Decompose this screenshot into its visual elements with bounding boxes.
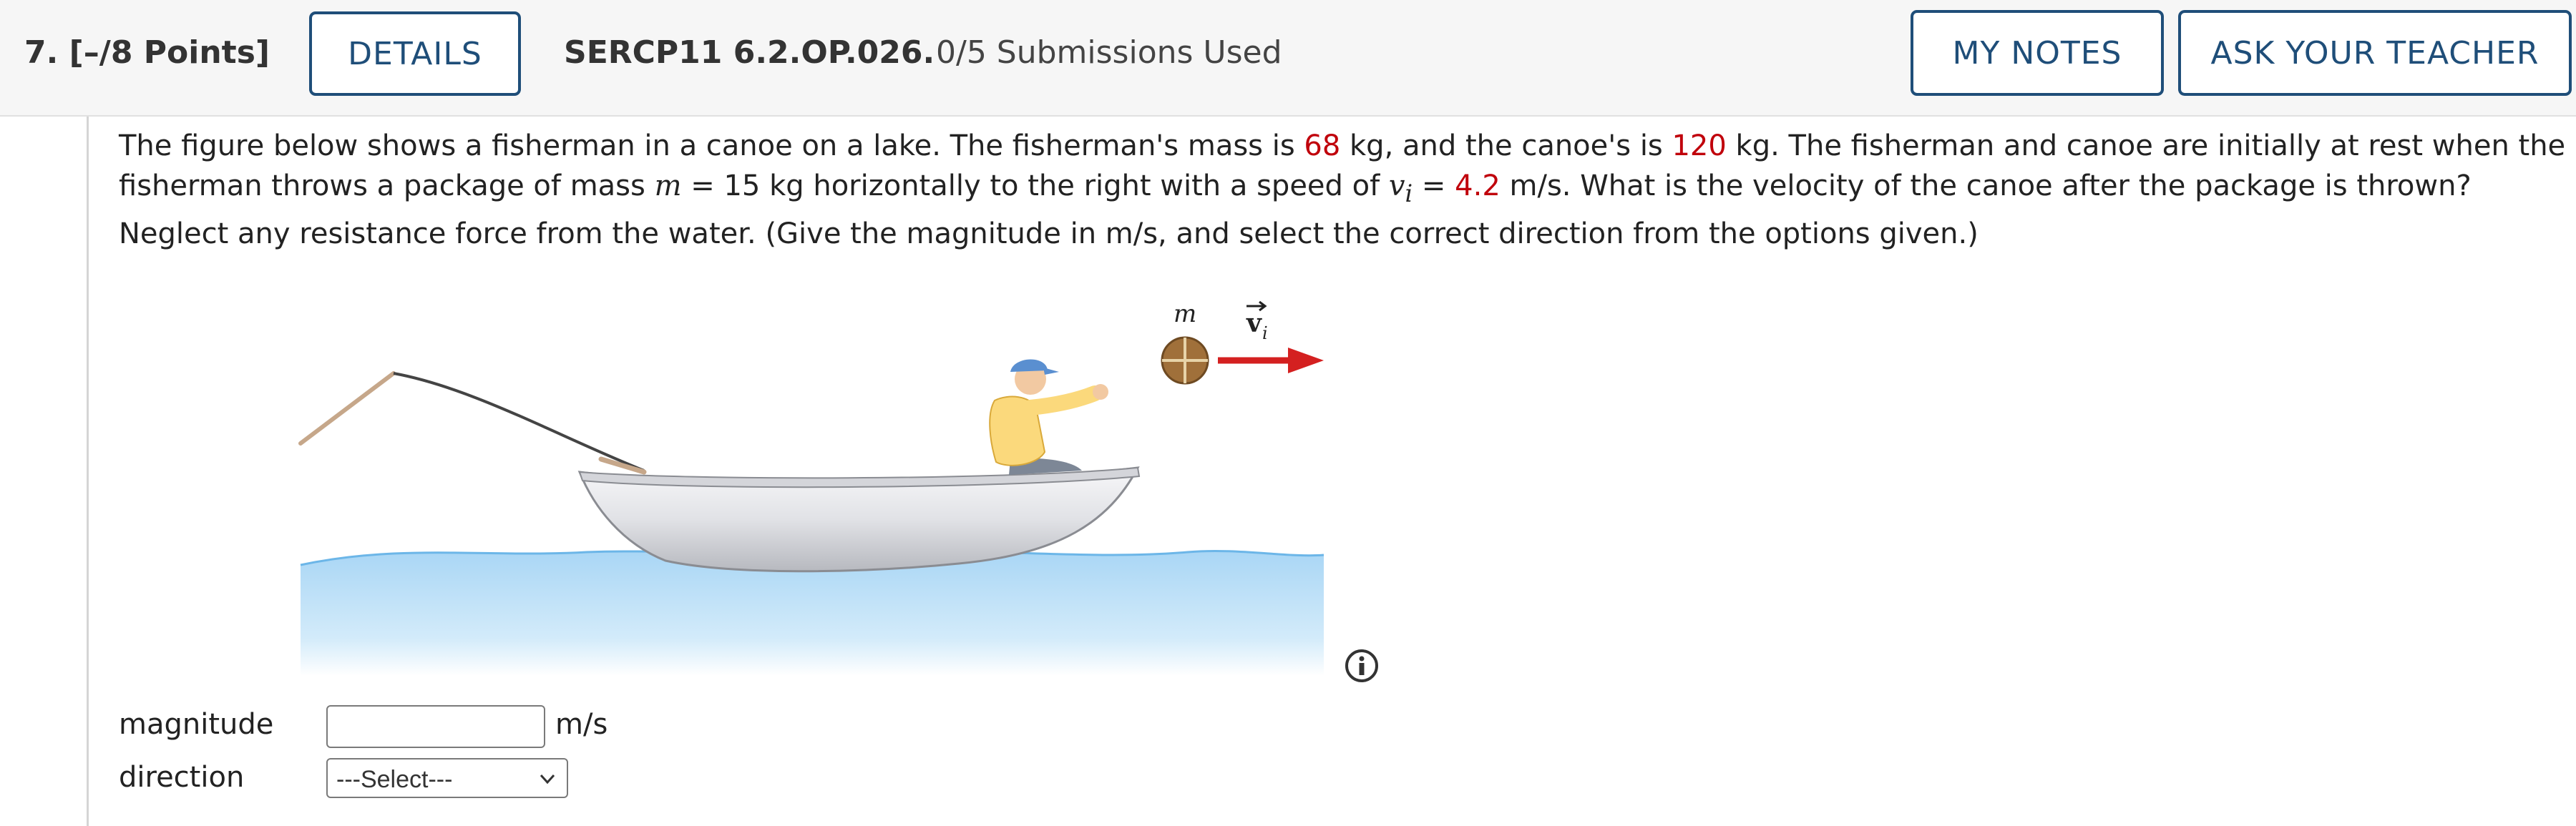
- content-left-border: [87, 117, 89, 826]
- velocity-label-subscript: i: [1262, 323, 1268, 343]
- fishing-rod: [298, 371, 647, 475]
- points-label: [–/8 Points]: [69, 34, 270, 71]
- question-text-part: =: [1413, 169, 1455, 202]
- canoe-mass-value: 120: [1672, 129, 1727, 162]
- magnitude-label: magnitude: [119, 708, 274, 741]
- direction-label: direction: [119, 761, 245, 794]
- question-text-part: The figure below shows a fisherman in a …: [119, 129, 1304, 162]
- package: [1161, 336, 1209, 385]
- question-number: 7.: [24, 34, 59, 71]
- mass-variable: m: [654, 169, 682, 202]
- problem-code: SERCP11 6.2.OP.026.: [564, 34, 935, 71]
- speed-variable: v: [1388, 169, 1405, 202]
- question-text-part: kg, and the canoe's is: [1340, 129, 1672, 162]
- mass-label: m: [1174, 300, 1196, 328]
- velocity-label: v i: [1246, 300, 1268, 343]
- velocity-label-text: v: [1246, 308, 1262, 338]
- question-text-part: = 15 kg horizontally to the right with a…: [681, 169, 1389, 202]
- magnitude-unit: m/s: [555, 708, 608, 741]
- info-icon[interactable]: [1344, 648, 1380, 684]
- question-text: The figure below shows a fisherman in a …: [119, 126, 2566, 254]
- question-header: 7. [–/8 Points] DETAILS SERCP11 6.2.OP.0…: [0, 0, 2576, 117]
- details-button[interactable]: DETAILS: [309, 11, 521, 96]
- speed-subscript: i: [1405, 180, 1413, 207]
- magnitude-input[interactable]: [326, 705, 545, 748]
- direction-select[interactable]: ---Select---: [326, 758, 568, 798]
- chevron-down-icon: [540, 774, 555, 785]
- direction-select-value: ---Select---: [336, 766, 453, 793]
- my-notes-button[interactable]: MY NOTES: [1911, 10, 2164, 96]
- speed-value: 4.2: [1455, 169, 1501, 202]
- fisherman-mass-value: 68: [1304, 129, 1341, 162]
- fisherman: [989, 359, 1108, 475]
- fisherman-canoe-figure: m v i: [298, 300, 1324, 676]
- question-number-points: 7. [–/8 Points]: [24, 34, 270, 71]
- velocity-arrow: [1218, 348, 1324, 373]
- ask-teacher-button[interactable]: ASK YOUR TEACHER: [2178, 10, 2572, 96]
- submissions-used: 0/5 Submissions Used: [936, 34, 1282, 71]
